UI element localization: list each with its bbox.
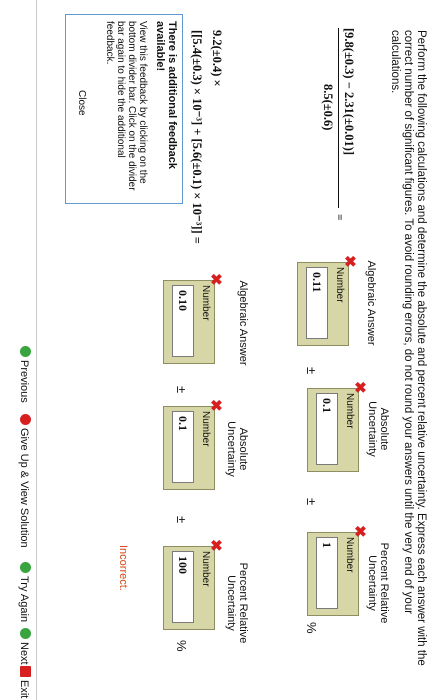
number-label: Number xyxy=(200,285,211,321)
error-x-icon: ✖ xyxy=(351,525,368,538)
feedback-title: There is additional feedback available! xyxy=(154,21,178,169)
problem1-header-absolute: Absolute Uncertainty xyxy=(366,401,390,457)
try-again-icon xyxy=(20,562,31,573)
problem1-absolute-box: ✖ Number 0.1 xyxy=(307,381,368,472)
plus-minus-sign: ± xyxy=(304,367,319,375)
rotated-stage: Perform the following calculations and d… xyxy=(0,0,435,700)
previous-label: Previous xyxy=(18,360,30,403)
error-x-icon: ✖ xyxy=(207,399,224,412)
incorrect-status: Incorrect. xyxy=(117,545,129,591)
percent-sign: % xyxy=(174,640,189,652)
plus-minus-sign: ± xyxy=(304,498,319,506)
number-label: Number xyxy=(344,537,355,573)
problem1-denominator: 8.5(±0.6) xyxy=(321,84,335,131)
problem2-absolute-box: ✖ Number 0.1 xyxy=(163,399,224,490)
give-up-label: Give Up & View Solution xyxy=(18,428,30,548)
next-button[interactable]: Next xyxy=(18,628,31,665)
plus-minus-sign: ± xyxy=(174,516,189,524)
problem1-fraction-bar xyxy=(338,28,339,208)
problem1-percent-input[interactable]: 1 xyxy=(316,537,338,609)
problem1-algebraic-box: ✖ Number 0.11 xyxy=(297,255,358,346)
previous-icon xyxy=(20,346,31,357)
number-label: Number xyxy=(334,267,345,303)
problem2-header-absolute: Absolute Uncertainty xyxy=(225,421,249,477)
problem2-line2: [[5.4(±0.3) × 10⁻³] + [5.6(±0.1) × 10⁻³]… xyxy=(190,30,204,244)
exit-icon xyxy=(20,666,31,677)
problem1-absolute-input[interactable]: 0.1 xyxy=(316,393,338,465)
percent-sign: % xyxy=(304,622,319,634)
next-icon xyxy=(20,628,31,639)
problem1-header-algebraic: Algebraic Answer xyxy=(365,260,377,346)
instructions: Perform the following calculations and d… xyxy=(389,30,427,666)
number-label: Number xyxy=(344,393,355,429)
problem2-percent-input[interactable]: 100 xyxy=(172,551,194,623)
feedback-popup: There is additional feedback available! … xyxy=(65,14,183,204)
previous-button[interactable]: Previous xyxy=(18,346,31,403)
try-again-button[interactable]: Try Again xyxy=(18,562,31,622)
problem1-header-percent: Percent Relative Uncertainty xyxy=(366,542,390,624)
error-x-icon: ✖ xyxy=(341,255,358,268)
problem2-line1: 9.2(±0.4) × xyxy=(210,30,224,87)
number-label: Number xyxy=(200,411,211,447)
problem2-absolute-input[interactable]: 0.1 xyxy=(172,411,194,483)
next-label: Next xyxy=(18,642,30,665)
error-x-icon: ✖ xyxy=(207,273,224,286)
number-label: Number xyxy=(200,551,211,587)
problem1-numerator: [9.8(±0.3) − 2.31(±0.01)] xyxy=(342,28,356,156)
exit-label: Exit xyxy=(18,680,30,699)
feedback-close-link[interactable]: Close xyxy=(76,90,87,116)
problem2-algebraic-input[interactable]: 0.10 xyxy=(172,285,194,357)
plus-minus-sign: ± xyxy=(174,386,189,394)
problem1-equals: = xyxy=(333,214,345,221)
problem2-algebraic-box: ✖ Number 0.10 xyxy=(163,273,224,364)
feedback-body: View this feedback by clicking on the bo… xyxy=(104,21,148,191)
error-x-icon: ✖ xyxy=(351,381,368,394)
exit-button[interactable]: Exit xyxy=(18,666,31,698)
problem2-percent-box: ✖ Number 100 xyxy=(163,539,224,630)
problem1-percent-box: ✖ Number 1 xyxy=(307,525,368,616)
give-up-button[interactable]: Give Up & View Solution xyxy=(18,414,31,548)
give-up-icon xyxy=(20,414,31,425)
problem2-header-percent: Percent Relative Uncertainty xyxy=(225,562,249,644)
problem2-header-algebraic: Algebraic Answer xyxy=(237,280,249,366)
try-again-label: Try Again xyxy=(18,576,30,623)
problem1-algebraic-input[interactable]: 0.11 xyxy=(306,267,328,339)
error-x-icon: ✖ xyxy=(207,539,224,552)
